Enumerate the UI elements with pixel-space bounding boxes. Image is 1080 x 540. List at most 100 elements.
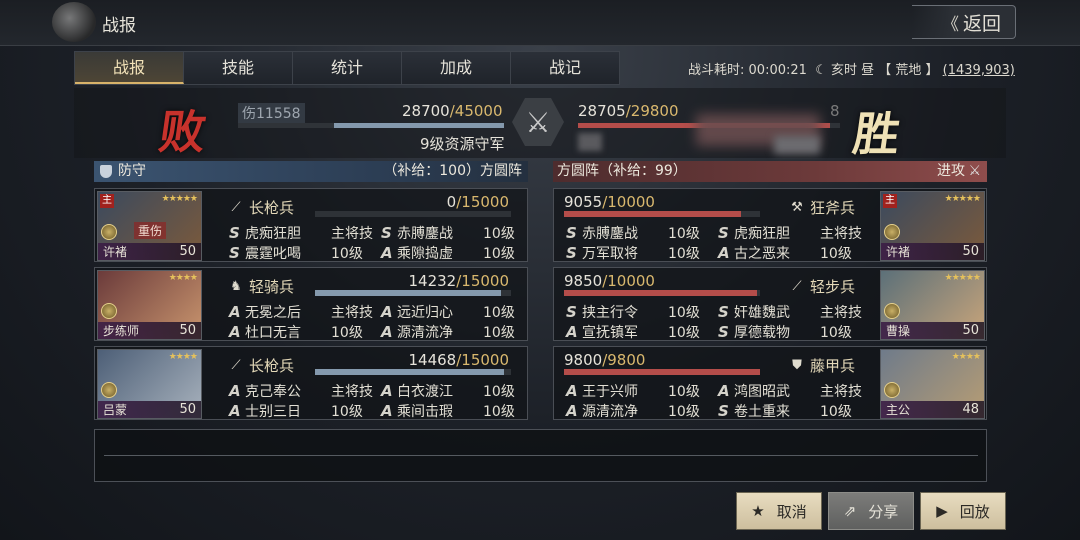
skill-grade: A <box>718 244 730 262</box>
attack-unit-card[interactable]: 主 ★★★★★ 许褚 50 ⚒ 狂斧兵 9055/10000 S 赤膊鏖战 10级 S 虎痴狂胆 主将技… <box>553 188 987 262</box>
general-portrait[interactable]: ★★★★★ 曹操 50 <box>880 270 985 340</box>
blurred-region <box>774 136 820 154</box>
tab-battle-log[interactable]: 战记 <box>511 52 619 84</box>
skill-entry[interactable]: A 乘隙捣虚 10级 <box>381 243 531 263</box>
defense-unit-card[interactable]: ★★★★ 步练师 50 ♞ 轻骑兵 14232/15000 A 无冕之后 主将技 A 远近归心 10级… <box>94 267 528 341</box>
back-label: 返回 <box>962 12 1001 35</box>
troop-type-label: 长枪兵 <box>249 199 295 217</box>
skill-level: 10级 <box>820 404 852 420</box>
skill-entry[interactable]: A 鸿图昭武 主将技 <box>718 381 868 401</box>
skill-name: 万军取将 <box>582 246 638 262</box>
general-nameplate: 吕蒙 50 <box>98 401 201 418</box>
attack-unit-card[interactable]: ★★★★ 主公 48 ⛊ 藤甲兵 9800/9800 A 王于兴师 10级 A 鸿图昭武 主将技 A 源清… <box>553 346 987 420</box>
share-button[interactable]: ⇗ 分享 <box>828 492 914 530</box>
blurred-region <box>578 133 602 151</box>
skill-level: 10级 <box>483 325 515 341</box>
skill-entry[interactable]: S 赤膊鏖战 10级 <box>381 223 531 243</box>
general-name: 曹操 <box>886 324 911 338</box>
skill-name: 赤膊鏖战 <box>397 226 453 242</box>
skill-name: 鸿图昭武 <box>734 384 790 400</box>
skill-entry[interactable]: A 源清流净 10级 <box>381 322 531 342</box>
skill-entry[interactable]: A 宣抚镇军 10级 <box>566 322 716 342</box>
skill-entry[interactable]: S 震霆叱喝 10级 <box>229 243 379 263</box>
general-name: 许褚 <box>886 245 911 259</box>
skill-grade: A <box>381 402 393 420</box>
skill-level: 10级 <box>668 384 700 400</box>
skill-entry[interactable]: S 奸雄魏武 主将技 <box>718 302 868 322</box>
shield-icon <box>100 165 112 178</box>
replay-button[interactable]: ▶ 回放 <box>920 492 1006 530</box>
cancel-button[interactable]: ★ 取消 <box>736 492 822 530</box>
skill-grade: A <box>566 402 578 420</box>
skill-level: 10级 <box>331 325 363 341</box>
injury-badge: 重伤 <box>134 222 167 239</box>
tab-report[interactable]: 战报 <box>75 52 184 84</box>
troop-type: ⟋ 长枪兵 <box>229 197 294 218</box>
skill-level: 主将技 <box>820 226 862 242</box>
skill-entry[interactable]: A 克己奉公 主将技 <box>229 381 379 401</box>
troop-count: 9055/10000 <box>564 193 655 211</box>
general-portrait[interactable]: ★★★★ 步练师 50 <box>97 270 202 340</box>
skill-name: 白衣渡江 <box>397 384 453 400</box>
general-level: 48 <box>962 402 979 417</box>
troop-count: 9800/9800 <box>564 351 645 369</box>
troop-type-icon: ⟋ <box>792 279 802 294</box>
faction-emblem-icon <box>884 303 900 319</box>
share-label: 分享 <box>868 502 899 521</box>
skill-entry[interactable]: A 白衣渡江 10级 <box>381 381 531 401</box>
skill-entry[interactable]: A 乘间击瑕 10级 <box>381 401 531 421</box>
troop-bar-fill <box>564 290 758 296</box>
skill-name: 士别三日 <box>245 404 301 420</box>
troop-type-icon: ⚒ <box>791 200 803 215</box>
skill-entry[interactable]: S 虎痴狂胆 主将技 <box>229 223 379 243</box>
left-troops: 28700/45000 <box>402 102 503 120</box>
troop-count-max: /9800 <box>602 351 646 369</box>
skill-entry[interactable]: A 无冕之后 主将技 <box>229 302 379 322</box>
skill-name: 古之恶来 <box>734 246 790 262</box>
defense-unit-card[interactable]: 主 ★★★★★ 重伤 许褚 50 ⟋ 长枪兵 0/15000 S 虎痴狂胆 主将技 S 赤膊鏖战 10级 S… <box>94 188 528 262</box>
right-troops: 28705/29800 <box>578 102 679 120</box>
defense-unit-card[interactable]: ★★★★ 吕蒙 50 ⟋ 长枪兵 14468/15000 A 克己奉公 主将技 A 白衣渡江 10级 A… <box>94 346 528 420</box>
attack-unit-card[interactable]: ★★★★★ 曹操 50 ⟋ 轻步兵 9850/10000 S 挟主行令 10级 S 奸雄魏武 主将技 A… <box>553 267 987 341</box>
share-icon: ⇗ <box>843 502 857 520</box>
skill-name: 虎痴狂胆 <box>245 226 301 242</box>
back-button[interactable]: 《 返回 <box>912 5 1016 39</box>
skill-entry[interactable]: S 虎痴狂胆 主将技 <box>718 223 868 243</box>
skill-entry[interactable]: A 杜口无言 10级 <box>229 322 379 342</box>
tab-stats[interactable]: 统计 <box>293 52 402 84</box>
troop-bar <box>564 369 760 375</box>
troop-count-max: /15000 <box>456 272 509 290</box>
general-portrait[interactable]: ★★★★ 主公 48 <box>880 349 985 419</box>
skill-entry[interactable]: S 挟主行令 10级 <box>566 302 716 322</box>
troop-bar-fill <box>315 290 501 296</box>
skill-name: 奸雄魏武 <box>734 305 790 321</box>
skill-grade: A <box>229 323 241 341</box>
skill-entry[interactable]: A 古之恶来 10级 <box>718 243 868 263</box>
general-level: 50 <box>179 244 196 259</box>
tab-skills[interactable]: 技能 <box>184 52 293 84</box>
skill-level: 10级 <box>483 246 515 262</box>
skill-entry[interactable]: S 厚德载物 10级 <box>718 322 868 342</box>
skill-entry[interactable]: A 士别三日 10级 <box>229 401 379 421</box>
general-nameplate: 步练师 50 <box>98 322 201 339</box>
skill-level: 10级 <box>331 404 363 420</box>
skill-entry[interactable]: A 王于兴师 10级 <box>566 381 716 401</box>
general-portrait[interactable]: 主 ★★★★★ 许褚 50 <box>880 191 985 261</box>
skill-entry[interactable]: S 卷土重来 10级 <box>718 401 868 421</box>
troop-count-current: 9055 <box>564 193 603 211</box>
location-coords-link[interactable]: (1439,903) <box>943 63 1015 78</box>
skill-entry[interactable]: S 赤膊鏖战 10级 <box>566 223 716 243</box>
star-rating: ★★★★ <box>951 352 981 362</box>
skill-entry[interactable]: A 远近归心 10级 <box>381 302 531 322</box>
troop-type-icon: ♞ <box>230 279 242 294</box>
tab-bonus[interactable]: 加成 <box>402 52 511 84</box>
troop-type-label: 藤甲兵 <box>810 357 856 375</box>
general-portrait[interactable]: ★★★★ 吕蒙 50 <box>97 349 202 419</box>
troop-count-max: /15000 <box>456 193 509 211</box>
skill-entry[interactable]: S 万军取将 10级 <box>566 243 716 263</box>
general-portrait[interactable]: 主 ★★★★★ 重伤 许褚 50 <box>97 191 202 261</box>
skill-entry[interactable]: A 源清流净 10级 <box>566 401 716 421</box>
skill-level: 主将技 <box>820 305 862 321</box>
general-nameplate: 许褚 50 <box>98 243 201 260</box>
partial-digit: 8 <box>830 102 840 120</box>
